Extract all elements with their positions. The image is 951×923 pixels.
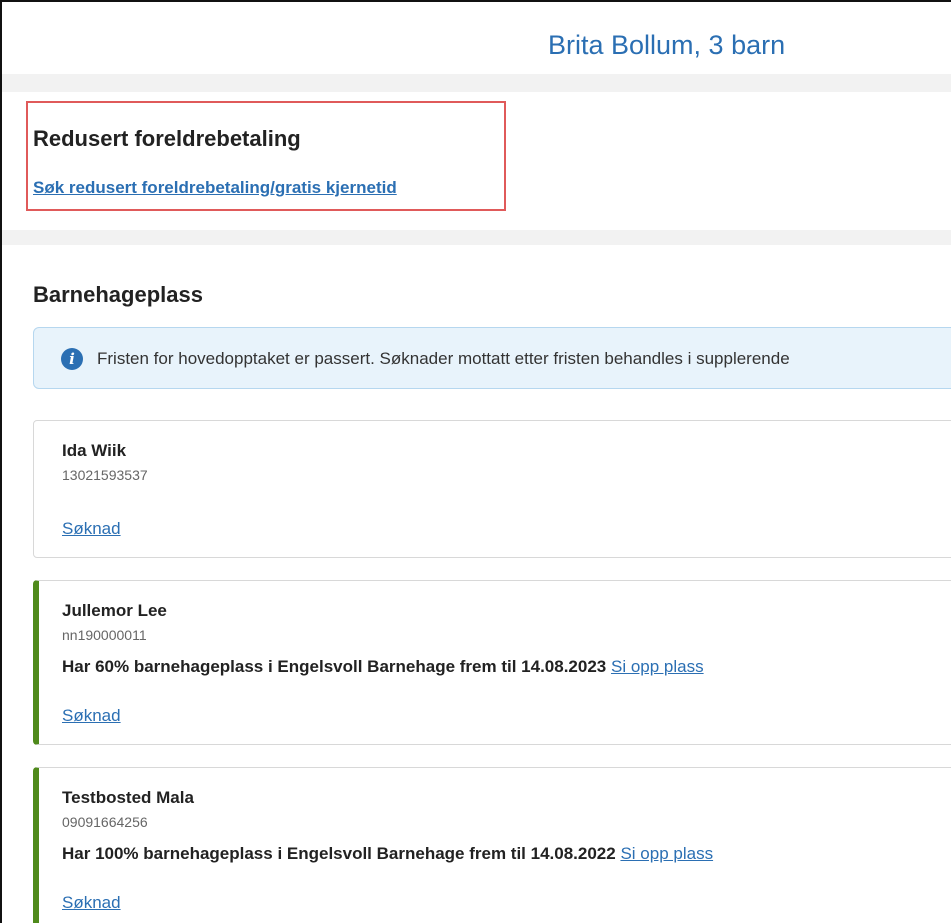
- placement-status: Har 60% barnehageplass i Engelsvoll Barn…: [62, 657, 704, 677]
- apply-reduced-payment-link[interactable]: Søk redusert foreldrebetaling/gratis kje…: [33, 178, 397, 198]
- placement-text: Har 60% barnehageplass i Engelsvoll Barn…: [62, 657, 607, 676]
- section-divider: [2, 230, 951, 245]
- reduced-payment-title: Redusert foreldrebetaling: [33, 126, 301, 151]
- section-divider: [2, 74, 951, 92]
- child-id: nn190000011: [62, 627, 147, 643]
- info-icon: i: [61, 348, 83, 370]
- cancel-placement-link[interactable]: Si opp plass: [611, 657, 704, 676]
- page-title: Brita Bollum, 3 barn: [548, 30, 786, 60]
- child-name: Testbosted Mala: [62, 788, 194, 807]
- page-header: Brita Bollum, 3 barn: [2, 2, 951, 74]
- child-card: Jullemor Lee nn190000011 Har 60% barneha…: [33, 580, 951, 745]
- placement-text: Har 100% barnehageplass i Engelsvoll Bar…: [62, 844, 616, 863]
- child-id: 09091664256: [62, 814, 148, 830]
- application-link[interactable]: Søknad: [62, 519, 121, 539]
- info-text: Fristen for hovedopptaket er passert. Sø…: [97, 349, 790, 368]
- info-alert: i Fristen for hovedopptaket er passert. …: [33, 327, 951, 389]
- kindergarten-title: Barnehageplass: [33, 282, 203, 307]
- child-id: 13021593537: [62, 467, 148, 483]
- page: Brita Bollum, 3 barn Redusert foreldrebe…: [0, 0, 951, 923]
- child-name: Jullemor Lee: [62, 601, 167, 620]
- child-card: Testbosted Mala 09091664256 Har 100% bar…: [33, 767, 951, 923]
- application-link[interactable]: Søknad: [62, 706, 121, 726]
- child-name: Ida Wiik: [62, 441, 127, 460]
- child-card: Ida Wiik 13021593537 Søknad: [33, 420, 951, 558]
- placement-status: Har 100% barnehageplass i Engelsvoll Bar…: [62, 844, 713, 864]
- cancel-placement-link[interactable]: Si opp plass: [620, 844, 713, 863]
- application-link[interactable]: Søknad: [62, 893, 121, 913]
